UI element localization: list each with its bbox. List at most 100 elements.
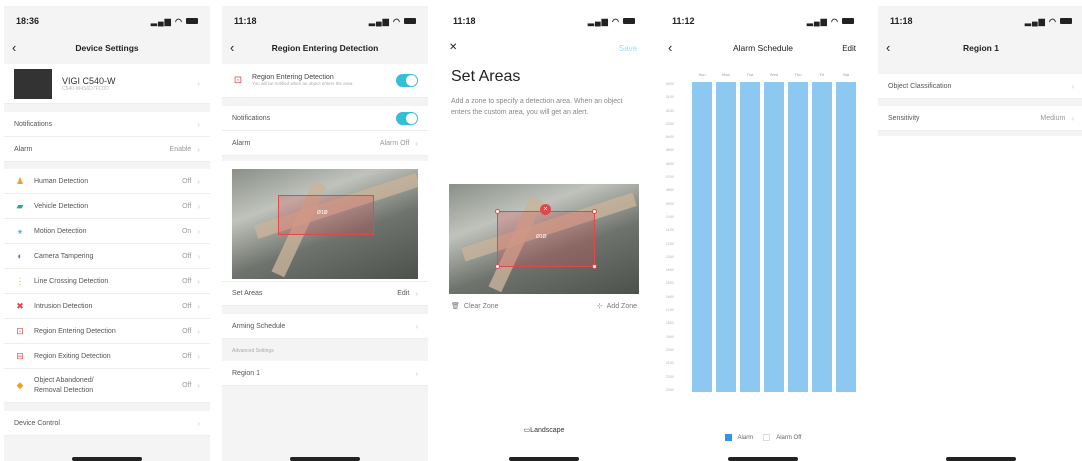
content-area bbox=[878, 136, 1082, 461]
zone-handle[interactable] bbox=[495, 209, 500, 214]
detection-item-line-crossing[interactable]: ⋮ Line Crossing Detection Off › bbox=[4, 269, 210, 294]
arming-schedule-row[interactable]: Arming Schedule › bbox=[222, 314, 428, 339]
nav-bar: ‹ Region 1 bbox=[878, 38, 1082, 58]
notifications-label: Notifications bbox=[14, 120, 53, 128]
hour-label: 07:00 bbox=[666, 175, 674, 180]
detection-item-region-entering[interactable]: ⊡ Region Entering Detection Off › bbox=[4, 319, 210, 344]
human-icon: ♟ bbox=[15, 175, 25, 186]
landscape-label: Landscape bbox=[530, 427, 565, 434]
detection-item-intrusion[interactable]: ✖ Intrusion Detection Off › bbox=[4, 294, 210, 319]
add-zone-button[interactable]: ⊹ Add Zone bbox=[596, 302, 637, 311]
day-schedule-column[interactable] bbox=[692, 82, 712, 392]
status-time: 18:36 bbox=[16, 16, 40, 26]
feature-description: You will be notified when an object ente… bbox=[252, 81, 354, 86]
hour-label: 02:00 bbox=[666, 108, 674, 113]
day-schedule-column[interactable] bbox=[836, 82, 856, 392]
hour-label: 09:00 bbox=[666, 201, 674, 206]
day-schedule-column[interactable] bbox=[716, 82, 736, 392]
detection-zone[interactable]: Ø1Ø bbox=[497, 211, 595, 267]
chevron-right-icon: › bbox=[415, 321, 418, 331]
legend-swatch bbox=[724, 434, 732, 441]
detection-item-human[interactable]: ♟ Human Detection Off › bbox=[4, 169, 210, 194]
chevron-right-icon: › bbox=[197, 381, 200, 390]
hour-label: 22:00 bbox=[666, 374, 674, 379]
edit-link[interactable]: Edit bbox=[397, 290, 409, 297]
page-title: Region Entering Detection bbox=[271, 43, 379, 53]
delete-zone-icon[interactable]: × bbox=[540, 204, 551, 215]
object-icon: ◆ bbox=[16, 380, 24, 390]
zone-handle[interactable] bbox=[592, 264, 597, 269]
device-thumbnail bbox=[14, 68, 52, 99]
legend-swatch-off bbox=[763, 434, 771, 441]
notifications-toggle[interactable] bbox=[396, 111, 418, 125]
back-icon[interactable]: ‹ bbox=[886, 40, 890, 55]
zone-handle[interactable] bbox=[592, 209, 597, 214]
feature-toggle[interactable] bbox=[396, 74, 418, 87]
hour-label: 04:00 bbox=[666, 135, 674, 140]
back-icon[interactable]: ‹ bbox=[668, 40, 672, 55]
detection-item-vehicle[interactable]: ▰ Vehicle Detection Off › bbox=[4, 194, 210, 219]
detection-label: Line Crossing Detection bbox=[34, 277, 109, 285]
page-title: Alarm Schedule bbox=[732, 43, 793, 53]
back-icon[interactable]: ‹ bbox=[12, 40, 16, 55]
nav-bar: ‹ Device Settings bbox=[4, 38, 210, 58]
status-time: 11:18 bbox=[453, 16, 476, 26]
chevron-right-icon: › bbox=[1071, 113, 1074, 123]
home-indicator bbox=[72, 457, 142, 461]
day-schedule-column[interactable] bbox=[788, 82, 808, 392]
alarm-label: Alarm bbox=[232, 139, 251, 147]
hour-label: 11:00 bbox=[666, 228, 674, 233]
status-bar: 11:18 ▂▄▆ ◠ bbox=[234, 14, 416, 28]
detection-zone[interactable]: Ø1Ø bbox=[278, 195, 374, 235]
detection-value: On bbox=[181, 227, 192, 235]
hour-label: 14:00 bbox=[666, 268, 674, 273]
object-classification-row[interactable]: Object Classification › bbox=[878, 74, 1082, 99]
sensitivity-row[interactable]: Sensitivity Medium › bbox=[878, 106, 1082, 131]
detection-value: Off bbox=[182, 252, 192, 260]
day-schedule-column[interactable] bbox=[740, 82, 760, 392]
set-areas-row[interactable]: Set Areas Edit › bbox=[222, 281, 428, 306]
save-button[interactable]: Save bbox=[619, 44, 637, 53]
zone-label: Ø1Ø bbox=[536, 234, 547, 240]
region-entering-screen: 11:18 ▂▄▆ ◠ ‹ Region Entering Detection … bbox=[222, 6, 428, 461]
status-icons: ▂▄▆ ◠ bbox=[588, 17, 635, 26]
alarm-row[interactable]: Alarm Enable › bbox=[4, 137, 210, 162]
hour-label: 21:00 bbox=[666, 361, 674, 366]
detection-item-tampering[interactable]: ◐ Camera Tampering Off › bbox=[4, 244, 210, 269]
back-icon[interactable]: ‹ bbox=[230, 40, 234, 55]
day-schedule-column[interactable] bbox=[764, 82, 784, 392]
alarm-row[interactable]: Alarm Alarm Off › bbox=[222, 131, 428, 156]
status-icons: ▂▄▆ ◠ bbox=[369, 17, 416, 26]
detection-item-region-exiting[interactable]: ⊟ Region Exiting Detection Off › bbox=[4, 344, 210, 369]
hour-label: 15:00 bbox=[666, 281, 674, 286]
chevron-right-icon: › bbox=[415, 289, 418, 298]
notifications-row[interactable]: Notifications › bbox=[4, 112, 210, 137]
hour-label: 05:00 bbox=[666, 148, 674, 153]
clear-zone-button[interactable]: 🗑 Clear Zone bbox=[451, 302, 499, 311]
device-card[interactable]: VIGI C540-W C540-W4S6D7FC0D › bbox=[4, 64, 210, 104]
set-areas-screen: 11:18 ▂▄▆ ◠ ✕ Save Set Areas Add a zone … bbox=[441, 6, 647, 461]
detection-item-motion[interactable]: ⚹ Motion Detection On › bbox=[4, 219, 210, 244]
add-zone-label: Add Zone bbox=[606, 302, 637, 310]
close-icon[interactable]: ✕ bbox=[449, 42, 457, 53]
detection-label: Intrusion Detection bbox=[34, 302, 93, 310]
chevron-right-icon: › bbox=[197, 119, 200, 129]
region-1-row[interactable]: Region 1 › bbox=[222, 361, 428, 386]
landscape-button[interactable]: ▭Landscape bbox=[441, 426, 647, 434]
tamper-icon: ◐ bbox=[17, 251, 23, 261]
chevron-right-icon: › bbox=[415, 368, 418, 378]
device-settings-screen: 18:36 ▂▄▆ ◠ ‹ Device Settings VIGI C540-… bbox=[4, 6, 210, 461]
notifications-row: Notifications bbox=[222, 106, 428, 131]
camera-preview: Ø1Ø bbox=[232, 169, 418, 279]
legend-alarm-off: Alarm Off bbox=[776, 434, 802, 441]
detection-value: Off bbox=[182, 302, 192, 310]
zone-handle[interactable] bbox=[495, 264, 500, 269]
device-control-row[interactable]: Device Control › bbox=[4, 411, 210, 436]
edit-button[interactable]: Edit bbox=[842, 44, 856, 53]
detection-item-object[interactable]: ◆ Object Abandoned/ Removal Detection Of… bbox=[4, 369, 210, 403]
detection-label: Region Entering Detection bbox=[34, 327, 116, 335]
status-bar: 11:18 ▂▄▆ ◠ bbox=[890, 14, 1072, 28]
add-zone-icon: ⊹ bbox=[596, 303, 603, 310]
detection-label: Motion Detection bbox=[34, 227, 87, 235]
day-schedule-column[interactable] bbox=[812, 82, 832, 392]
